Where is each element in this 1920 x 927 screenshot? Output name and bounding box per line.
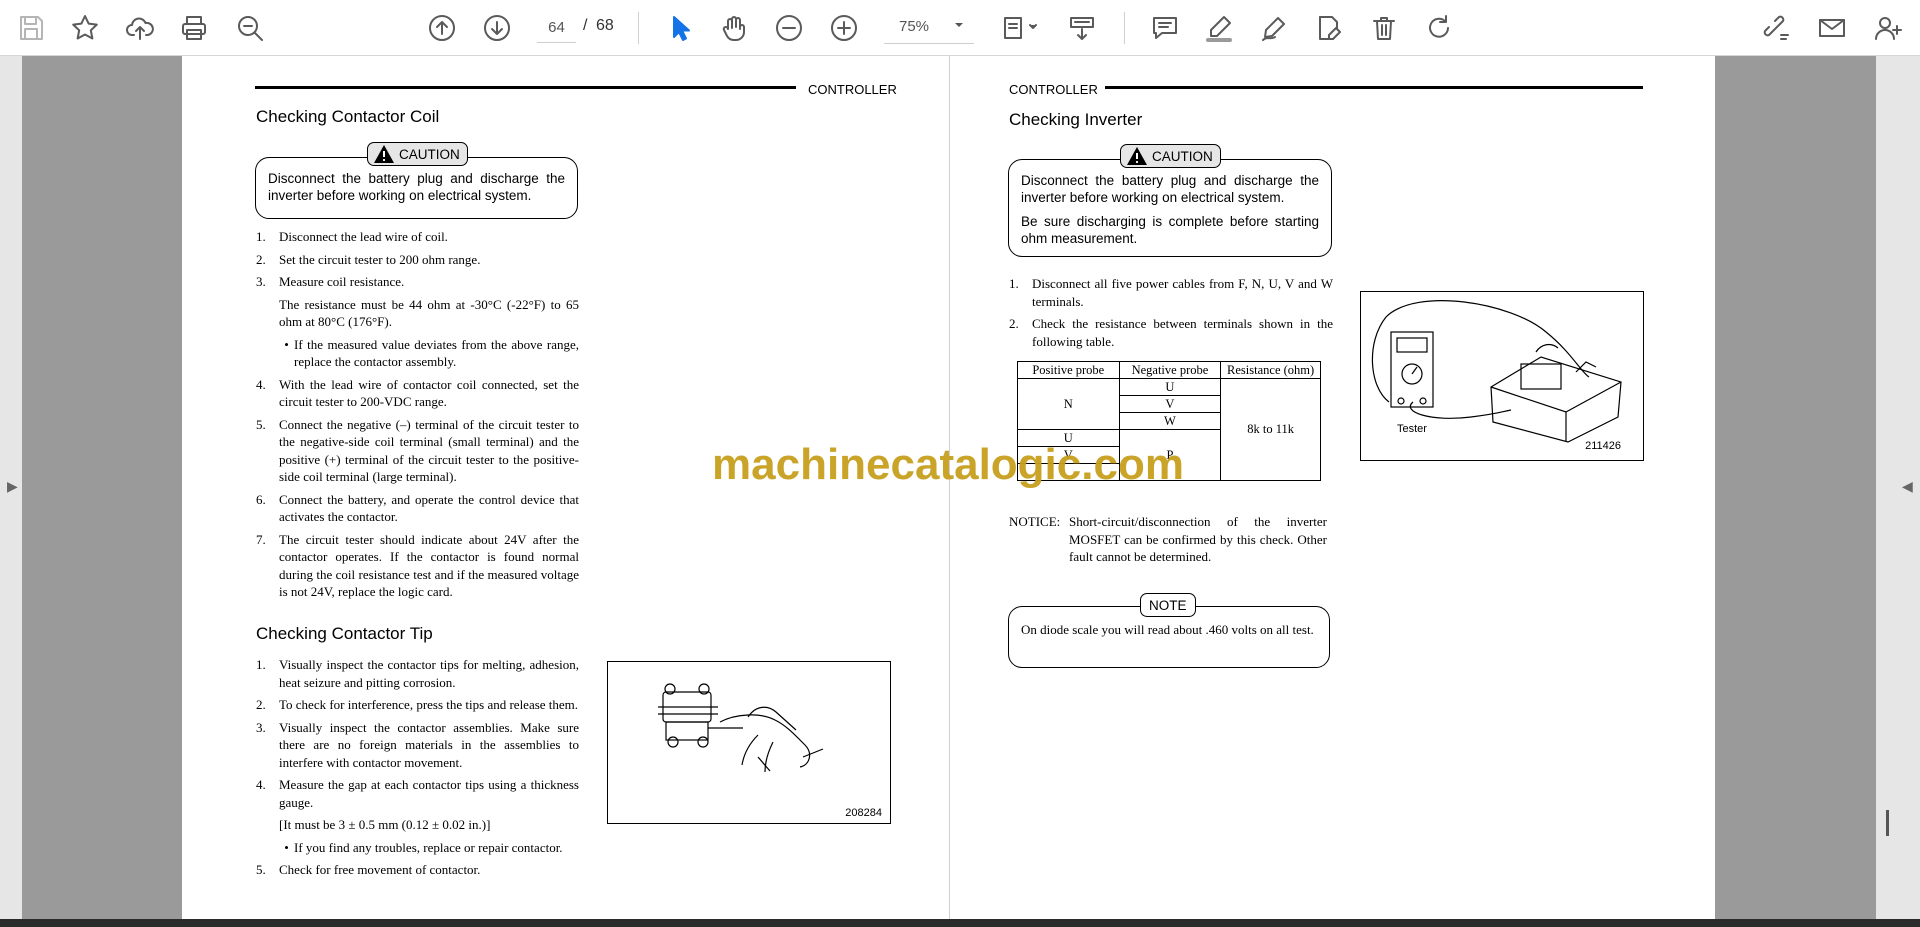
list-item: 6. Connect the battery, and operate the c… bbox=[256, 491, 579, 525]
section-title: Checking Inverter bbox=[1009, 110, 1143, 129]
table-header-cell: Resistance (ohm) bbox=[1220, 361, 1321, 379]
list-item: 1. Disconnect all five power cables from … bbox=[1009, 276, 1333, 309]
list-item: 3. Measure coil resistance. bbox=[256, 274, 405, 289]
section-title: Checking Contactor Tip bbox=[256, 624, 433, 643]
list-bullet: • If you find any troubles, replace or re… bbox=[284, 839, 563, 855]
zoom-select[interactable]: 75% bbox=[884, 12, 974, 44]
caution-text: Disconnect the battery plug and discharg… bbox=[1021, 173, 1319, 205]
highlight-pen-icon[interactable] bbox=[1200, 9, 1238, 47]
bottom-bar bbox=[0, 919, 1920, 927]
caution-text: Disconnect the battery plug and discharg… bbox=[268, 171, 565, 203]
tip-steps: 1. Visually inspect the contactor tips fo… bbox=[256, 656, 579, 884]
delete-trash-icon[interactable] bbox=[1365, 9, 1403, 47]
print-icon[interactable] bbox=[175, 9, 213, 47]
contactor-tip-illustration bbox=[658, 683, 824, 773]
scroll-mode-icon[interactable] bbox=[1063, 9, 1101, 47]
scrollbar-thumb[interactable] bbox=[1886, 810, 1889, 836]
contactor-figure: 208284 bbox=[607, 661, 891, 824]
inverter-steps: 1. Disconnect all five power cables from … bbox=[1009, 275, 1333, 355]
total-pages: 68 bbox=[596, 17, 614, 34]
list-item: 4. With the lead wire of contactor coil c… bbox=[256, 376, 579, 410]
header-rule bbox=[1105, 86, 1643, 89]
table-row: N U 8k to 11k bbox=[1017, 378, 1321, 481]
header-rule bbox=[255, 86, 796, 89]
inverter-figure: Tester 211426 bbox=[1360, 291, 1644, 461]
resistance-note: The resistance must be 44 ohm at -30°C (… bbox=[279, 296, 579, 330]
table-cell: W bbox=[1118, 412, 1222, 430]
bookmark-star-icon[interactable] bbox=[66, 9, 104, 47]
list-item: 2. Set the circuit tester to 200 ohm rang… bbox=[256, 251, 481, 267]
hand-tool-icon[interactable] bbox=[715, 9, 753, 47]
save-icon[interactable] bbox=[12, 9, 50, 47]
caution-text: Be sure discharging is complete before s… bbox=[1021, 214, 1319, 246]
table-header-cell: Positive probe bbox=[1017, 361, 1120, 379]
zoom-in-icon[interactable] bbox=[825, 9, 863, 47]
page-number-input[interactable] bbox=[537, 13, 576, 43]
section-title: Checking Contactor Coil bbox=[256, 107, 440, 126]
left-panel-toggle-icon[interactable]: ▶ bbox=[7, 478, 18, 495]
toolbar: / 68 75% bbox=[0, 0, 1920, 56]
page-fit-icon[interactable] bbox=[995, 9, 1045, 47]
sign-link-icon[interactable] bbox=[1757, 9, 1795, 47]
page-header: CONTROLLER bbox=[1009, 82, 1098, 97]
add-user-icon[interactable] bbox=[1869, 9, 1907, 47]
warning-triangle-icon bbox=[374, 145, 394, 163]
zoom-out-icon[interactable] bbox=[770, 9, 808, 47]
figure-code: 211426 bbox=[1585, 440, 1621, 452]
notice-label: NOTICE: bbox=[1009, 514, 1061, 529]
figure-code: 208284 bbox=[845, 807, 882, 819]
note-tag: NOTE bbox=[1140, 593, 1196, 617]
notice-block: NOTICE: Short-circuit/disconnection of t… bbox=[1009, 513, 1333, 573]
chevron-down-icon bbox=[955, 23, 963, 27]
list-item: 1. Disconnect the lead wire of coil. bbox=[256, 229, 448, 244]
table-header-cell: Negative probe bbox=[1118, 361, 1222, 379]
list-item: 3. Visually inspect the contactor assembl… bbox=[256, 719, 579, 770]
caution-box: Disconnect the battery plug and discharg… bbox=[1008, 159, 1332, 257]
redo-icon[interactable] bbox=[1420, 9, 1458, 47]
caution-label: CAUTION bbox=[1152, 148, 1213, 164]
caution-box: Disconnect the battery plug and discharg… bbox=[255, 157, 578, 219]
list-item: 4. Measure the gap at each contactor tips… bbox=[256, 777, 579, 810]
list-item: 2. Check the resistance between terminals… bbox=[1009, 316, 1333, 349]
list-item: 5. Check for free movement of contactor. bbox=[256, 862, 481, 877]
coil-steps: 1. Disconnect the lead wire of coil. 2. Se… bbox=[256, 228, 579, 606]
gap-spec: [It must be 3 ± 0.5 mm (0.12 ± 0.02 in.)… bbox=[279, 817, 491, 832]
next-page-icon[interactable] bbox=[478, 9, 516, 47]
list-item: 7. The circuit tester should indicate abo… bbox=[256, 531, 579, 600]
table-cell: N bbox=[1017, 378, 1120, 430]
caution-tag: CAUTION bbox=[1120, 144, 1221, 168]
tester-inverter-illustration bbox=[1371, 300, 1622, 443]
list-item: 1. Visually inspect the contactor tips fo… bbox=[256, 657, 579, 690]
list-bullet: • If the measured value deviates from the… bbox=[284, 336, 579, 370]
edit-document-icon[interactable] bbox=[1310, 9, 1348, 47]
tester-label: Tester bbox=[1397, 423, 1427, 435]
note-label: NOTE bbox=[1149, 597, 1187, 613]
watermark-text: machinecatalogic.com bbox=[712, 440, 1184, 489]
caution-label: CAUTION bbox=[399, 146, 460, 162]
caution-tag: CAUTION bbox=[367, 142, 468, 166]
notice-text: Short-circuit/disconnection of the inver… bbox=[1069, 514, 1327, 564]
list-item: 5. Connect the negative (–) terminal of t… bbox=[256, 416, 579, 485]
previous-page-icon[interactable] bbox=[423, 9, 461, 47]
table-cell: 8k to 11k bbox=[1220, 378, 1321, 481]
comment-icon[interactable] bbox=[1146, 9, 1184, 47]
list-item: 2. To check for interference, press the t… bbox=[256, 697, 579, 712]
right-panel-strip bbox=[1876, 56, 1920, 921]
select-cursor-icon[interactable] bbox=[660, 9, 698, 47]
page-separator: / bbox=[583, 17, 588, 34]
note-text: On diode scale you will read about .460 … bbox=[1021, 622, 1314, 637]
right-panel-toggle-icon[interactable]: ◀ bbox=[1902, 478, 1913, 495]
table-header-row: Positive probe Negative probe Resistance… bbox=[1017, 361, 1321, 379]
cloud-upload-icon[interactable] bbox=[121, 9, 159, 47]
warning-triangle-icon bbox=[1127, 147, 1147, 165]
page-header: CONTROLLER bbox=[808, 82, 897, 97]
table-cell: V bbox=[1118, 395, 1222, 413]
draw-pen-icon[interactable] bbox=[1255, 9, 1293, 47]
table-cell: U bbox=[1118, 378, 1222, 396]
email-icon[interactable] bbox=[1813, 9, 1851, 47]
zoom-search-icon[interactable] bbox=[231, 9, 269, 47]
zoom-value: 75% bbox=[899, 18, 930, 35]
